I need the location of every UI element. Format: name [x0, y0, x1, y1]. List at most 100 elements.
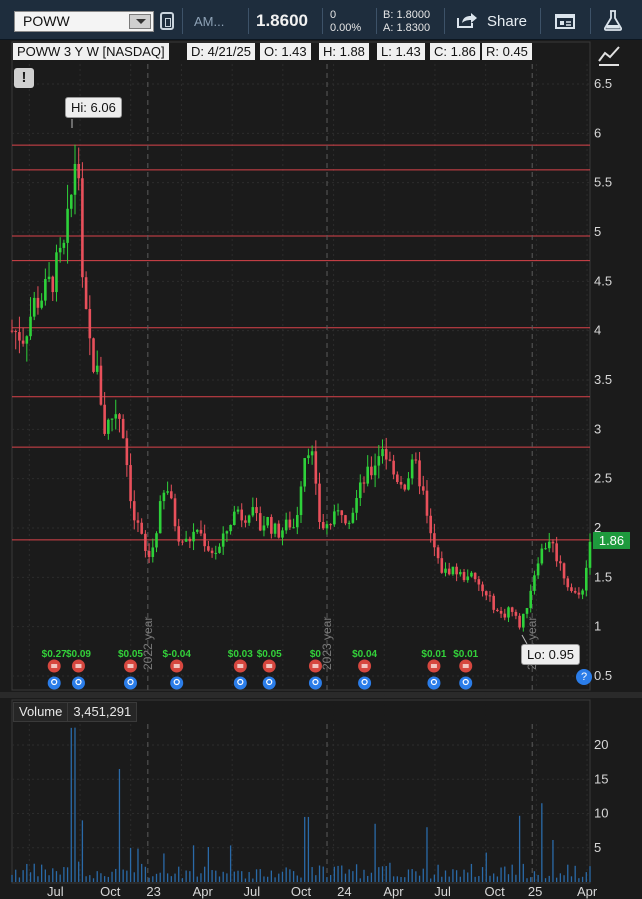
candle-body	[307, 455, 310, 459]
earnings-marker-glyph	[75, 664, 82, 668]
candle-body	[314, 451, 318, 484]
time-tick-label: Oct	[291, 884, 312, 899]
candle-body	[470, 572, 473, 577]
candle-body	[44, 279, 47, 301]
candle-body	[284, 519, 288, 531]
candle-body	[459, 572, 462, 575]
info-marker-icon	[123, 676, 137, 690]
time-tick-label: 25	[528, 884, 542, 899]
info-marker-icon	[459, 676, 473, 690]
candle-body	[310, 451, 314, 456]
candle-body	[258, 513, 262, 531]
candle-body	[462, 572, 466, 581]
help-icon[interactable]: ?	[576, 669, 592, 685]
panel-splitter	[0, 692, 642, 698]
candle-body	[329, 524, 332, 526]
candle-body	[236, 509, 240, 512]
candle-body	[336, 510, 340, 512]
candle-body	[522, 613, 525, 628]
candle-body	[529, 590, 533, 609]
year-marker-label: 2023 year	[320, 617, 334, 670]
price-tick-label: 5	[594, 224, 601, 239]
header-open: O: 1.43	[260, 43, 311, 60]
candle-body	[58, 247, 62, 253]
drawing-tools-icon[interactable]	[597, 45, 621, 67]
last-price-badge: 1.86	[593, 532, 630, 549]
dividend-label: $0.27	[42, 649, 67, 660]
candle-body	[351, 512, 355, 523]
candle-body	[29, 316, 32, 337]
volume-tick-label: 15	[594, 771, 608, 786]
candle-body	[62, 242, 66, 248]
low-label: Lo: 0.95	[521, 644, 580, 665]
candle-body	[344, 515, 347, 524]
candle-body	[525, 608, 529, 614]
candle-body	[414, 459, 418, 461]
volume-tick-label: 5	[594, 840, 601, 855]
candle-body	[544, 548, 547, 550]
candle-body	[218, 546, 221, 553]
info-marker-icon	[233, 676, 247, 690]
volume-label: Volume 3,451,291	[13, 702, 138, 722]
candle-body	[255, 507, 258, 514]
candle-body	[466, 576, 470, 581]
alert-icon[interactable]: !	[14, 68, 34, 88]
candle-body	[340, 510, 344, 516]
candle-body	[177, 526, 181, 542]
candle-body	[433, 533, 436, 548]
candle-body	[370, 466, 373, 476]
price-tick-label: 3	[594, 421, 601, 436]
candle-body	[247, 515, 251, 523]
candle-body	[203, 533, 206, 547]
candle-body	[473, 572, 477, 580]
candle-body	[436, 547, 440, 559]
candle-body	[66, 208, 69, 243]
candle-body	[251, 507, 255, 516]
candle-body	[429, 515, 432, 534]
candle-body	[588, 541, 592, 568]
candle-body	[225, 531, 229, 534]
candle-body	[277, 523, 281, 538]
price-chart[interactable]: 2022 year2023 year2024 year 0.511.522.53…	[0, 0, 642, 899]
candle-body	[69, 194, 73, 209]
earnings-marker-glyph	[266, 664, 273, 668]
time-tick-label: Jul	[47, 884, 64, 899]
candle-body	[292, 527, 295, 529]
candle-body	[533, 575, 536, 591]
candle-body	[396, 474, 399, 482]
candle-body	[118, 414, 121, 419]
candle-body	[210, 550, 214, 554]
earnings-marker-glyph	[127, 664, 134, 668]
info-marker-icon	[71, 676, 85, 690]
candle-body	[388, 459, 392, 461]
candle-body	[551, 541, 555, 544]
candle-body	[233, 511, 236, 525]
candle-body	[270, 517, 273, 534]
candle-body	[288, 519, 292, 528]
candle-body	[547, 541, 551, 549]
dividend-label: $0.01	[421, 649, 446, 660]
candle-body	[321, 522, 325, 529]
candle-body	[88, 309, 92, 339]
candle-body	[510, 607, 514, 612]
candle-body	[195, 529, 199, 532]
header-high: H: 1.88	[319, 43, 369, 60]
time-axis: Jul Oct 23 Apr Jul Oct 24 Apr Jul Oct 25 Apr	[47, 884, 598, 899]
candle-body	[47, 276, 51, 280]
candle-body	[55, 252, 58, 293]
volume-tick-label: 20	[594, 737, 608, 752]
candle-body	[381, 449, 384, 457]
info-marker-icon	[262, 676, 276, 690]
dividend-label: $0.05	[257, 649, 282, 660]
candle-body	[147, 550, 151, 557]
candle-body	[81, 178, 84, 278]
time-tick-label: Oct	[100, 884, 121, 899]
price-axis: 0.511.522.533.544.555.566.5	[594, 76, 612, 683]
candle-body	[92, 338, 95, 372]
candle-body	[240, 509, 244, 521]
header-range: R: 0.45	[482, 43, 532, 60]
time-tick-label: 23	[146, 884, 160, 899]
candle-body	[540, 548, 544, 564]
candle-body	[555, 543, 558, 562]
candle-body	[440, 558, 444, 573]
